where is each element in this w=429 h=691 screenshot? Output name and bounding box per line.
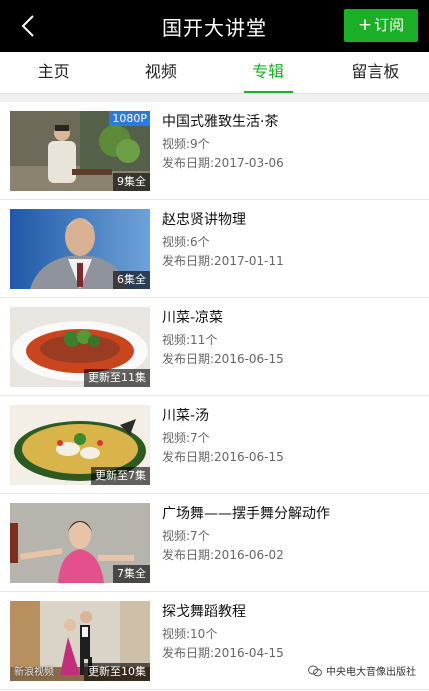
video-count: 视频:10个	[162, 627, 218, 641]
tab-home[interactable]: 主页	[0, 52, 107, 93]
album-meta: 川菜-凉菜 视频:11个 发布日期:2016-06-15	[162, 308, 419, 369]
album-title[interactable]: 广场舞——摆手舞分解动作	[162, 504, 419, 524]
album-meta: 探戈舞蹈教程 视频:10个 发布日期:2016-04-15	[162, 602, 419, 663]
album-thumbnail[interactable]: 7集全	[10, 503, 150, 583]
episode-count: 更新至11集	[84, 369, 150, 387]
tab-videos[interactable]: 视频	[107, 52, 214, 93]
section-gap	[0, 94, 429, 102]
tab-albums[interactable]: 专辑	[215, 52, 322, 93]
wechat-icon	[308, 665, 322, 676]
hd-badge: 1080P	[109, 111, 150, 126]
episode-count: 9集全	[113, 173, 150, 191]
publisher-watermark: 中央电大音像出版社	[305, 662, 419, 679]
publish-date: 发布日期:2017-03-06	[162, 156, 284, 170]
album-meta: 川菜-汤 视频:7个 发布日期:2016-06-15	[162, 406, 419, 467]
video-count: 视频:7个	[162, 529, 210, 543]
album-list: 1080P 9集全 中国式雅致生活·茶 视频:9个 发布日期:2017-03-0…	[0, 102, 429, 691]
subscribe-button[interactable]: + 订阅	[344, 9, 418, 42]
episode-count: 更新至7集	[91, 467, 150, 485]
publish-date: 发布日期:2017-01-11	[162, 254, 284, 268]
album-title[interactable]: 赵忠贤讲物理	[162, 210, 419, 230]
watermark-left: 新浪视频	[14, 667, 54, 678]
album-title[interactable]: 探戈舞蹈教程	[162, 602, 419, 622]
album-thumbnail[interactable]: 1080P 9集全	[10, 111, 150, 191]
video-count: 视频:6个	[162, 235, 210, 249]
album-meta: 广场舞——摆手舞分解动作 视频:7个 发布日期:2016-06-02	[162, 504, 419, 565]
album-thumbnail[interactable]: 新浪视频 更新至10集	[10, 601, 150, 681]
album-thumbnail[interactable]: 更新至7集	[10, 405, 150, 485]
album-item[interactable]: 6集全 赵忠贤讲物理 视频:6个 发布日期:2017-01-11	[0, 200, 429, 298]
episode-count: 6集全	[113, 271, 150, 289]
episode-count: 7集全	[113, 565, 150, 583]
tab-messages[interactable]: 留言板	[322, 52, 429, 93]
album-title[interactable]: 川菜-汤	[162, 406, 419, 426]
video-count: 视频:7个	[162, 431, 210, 445]
plus-icon: +	[357, 15, 373, 35]
video-count: 视频:9个	[162, 137, 210, 151]
album-title[interactable]: 中国式雅致生活·茶	[162, 112, 419, 132]
album-meta: 中国式雅致生活·茶 视频:9个 发布日期:2017-03-06	[162, 112, 419, 173]
tab-bar: 主页 视频 专辑 留言板	[0, 52, 429, 94]
episode-count: 更新至10集	[84, 663, 150, 681]
subscribe-label: 订阅	[374, 16, 405, 34]
album-item[interactable]: 7集全 广场舞——摆手舞分解动作 视频:7个 发布日期:2016-06-02	[0, 494, 429, 592]
top-bar: 国开大讲堂 + 订阅	[0, 0, 429, 52]
album-item[interactable]: 更新至11集 川菜-凉菜 视频:11个 发布日期:2016-06-15	[0, 298, 429, 396]
album-item[interactable]: 更新至7集 川菜-汤 视频:7个 发布日期:2016-06-15	[0, 396, 429, 494]
video-count: 视频:11个	[162, 333, 218, 347]
album-item[interactable]: 1080P 9集全 中国式雅致生活·茶 视频:9个 发布日期:2017-03-0…	[0, 102, 429, 200]
publish-date: 发布日期:2016-04-15	[162, 646, 284, 660]
album-thumbnail[interactable]: 6集全	[10, 209, 150, 289]
album-thumbnail[interactable]: 更新至11集	[10, 307, 150, 387]
publisher-name: 中央电大音像出版社	[326, 667, 416, 678]
album-meta: 赵忠贤讲物理 视频:6个 发布日期:2017-01-11	[162, 210, 419, 271]
publish-date: 发布日期:2016-06-02	[162, 548, 284, 562]
publish-date: 发布日期:2016-06-15	[162, 352, 284, 366]
album-title[interactable]: 川菜-凉菜	[162, 308, 419, 328]
publish-date: 发布日期:2016-06-15	[162, 450, 284, 464]
